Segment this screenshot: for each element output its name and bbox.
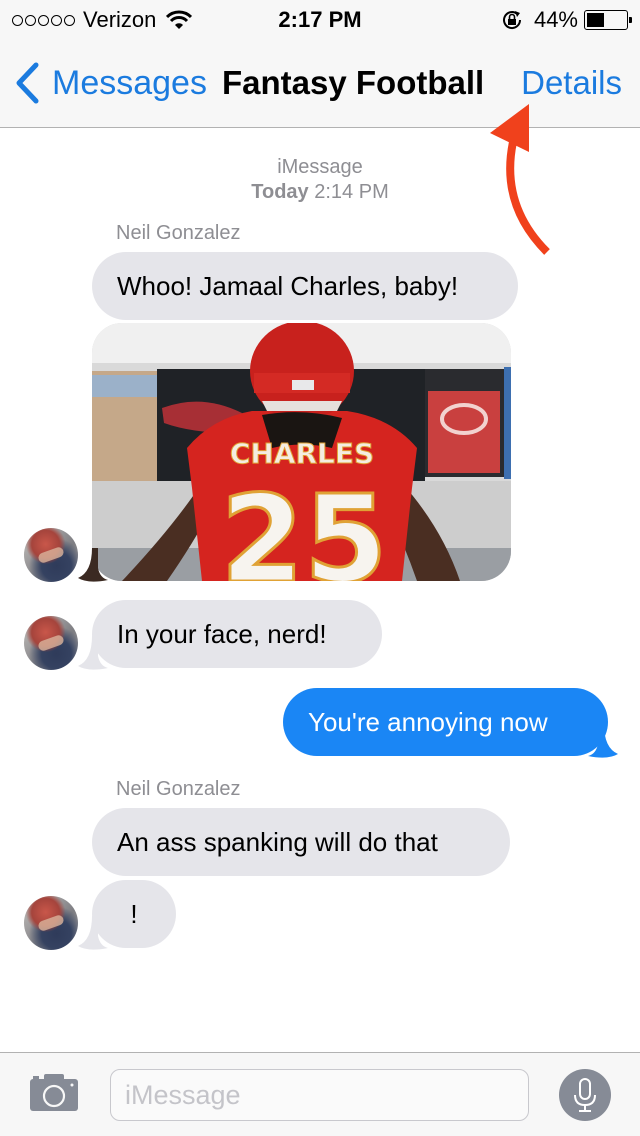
status-right: 44%: [500, 7, 632, 33]
camera-button[interactable]: [28, 1073, 80, 1113]
message-input[interactable]: [110, 1069, 529, 1121]
jersey-number: 25: [221, 471, 388, 581]
date-prefix: Today: [251, 181, 309, 203]
date-time: 2:14 PM: [314, 181, 389, 203]
message-bubble-incoming[interactable]: Whoo! Jamaal Charles, baby!: [92, 252, 518, 320]
image-message[interactable]: CHARLES 25: [92, 323, 511, 581]
rotation-lock-icon: [502, 11, 521, 29]
chevron-left-icon: [16, 62, 39, 104]
message-bubble-outgoing[interactable]: You're annoying now: [283, 688, 608, 756]
bubble-tail: [78, 548, 108, 582]
microphone-icon: [574, 1078, 596, 1112]
battery-percent: 44%: [533, 7, 578, 32]
microphone-button[interactable]: [559, 1069, 611, 1121]
back-label: Messages: [52, 63, 207, 102]
football-player-photo: CHARLES 25: [92, 323, 511, 581]
message-bubble-incoming[interactable]: In your face, nerd!: [92, 600, 382, 668]
details-button[interactable]: Details: [521, 64, 622, 102]
jersey-name: CHARLES: [230, 437, 374, 470]
compose-bar: [0, 1052, 640, 1136]
status-bar: Verizon 2:17 PM 44%: [0, 0, 640, 40]
sender-name: Neil Gonzalez: [116, 222, 241, 244]
message-bubble-incoming[interactable]: An ass spanking will do that: [92, 808, 510, 876]
avatar[interactable]: [24, 616, 78, 670]
message-bubble-incoming[interactable]: !: [92, 880, 176, 948]
conversation-title: Fantasy Football: [222, 64, 485, 101]
avatar[interactable]: [24, 528, 78, 582]
conversation-header: iMessage Today 2:14 PM: [0, 155, 640, 205]
back-to-messages-button[interactable]: Messages: [14, 62, 207, 104]
navigation-bar: Messages Fantasy Football Details: [0, 40, 640, 128]
avatar[interactable]: [24, 896, 78, 950]
battery-level-fill: [587, 13, 604, 27]
timestamp: Today 2:14 PM: [0, 180, 640, 205]
service-label: iMessage: [277, 156, 363, 178]
battery-icon: [584, 10, 632, 30]
sender-name: Neil Gonzalez: [116, 778, 241, 800]
